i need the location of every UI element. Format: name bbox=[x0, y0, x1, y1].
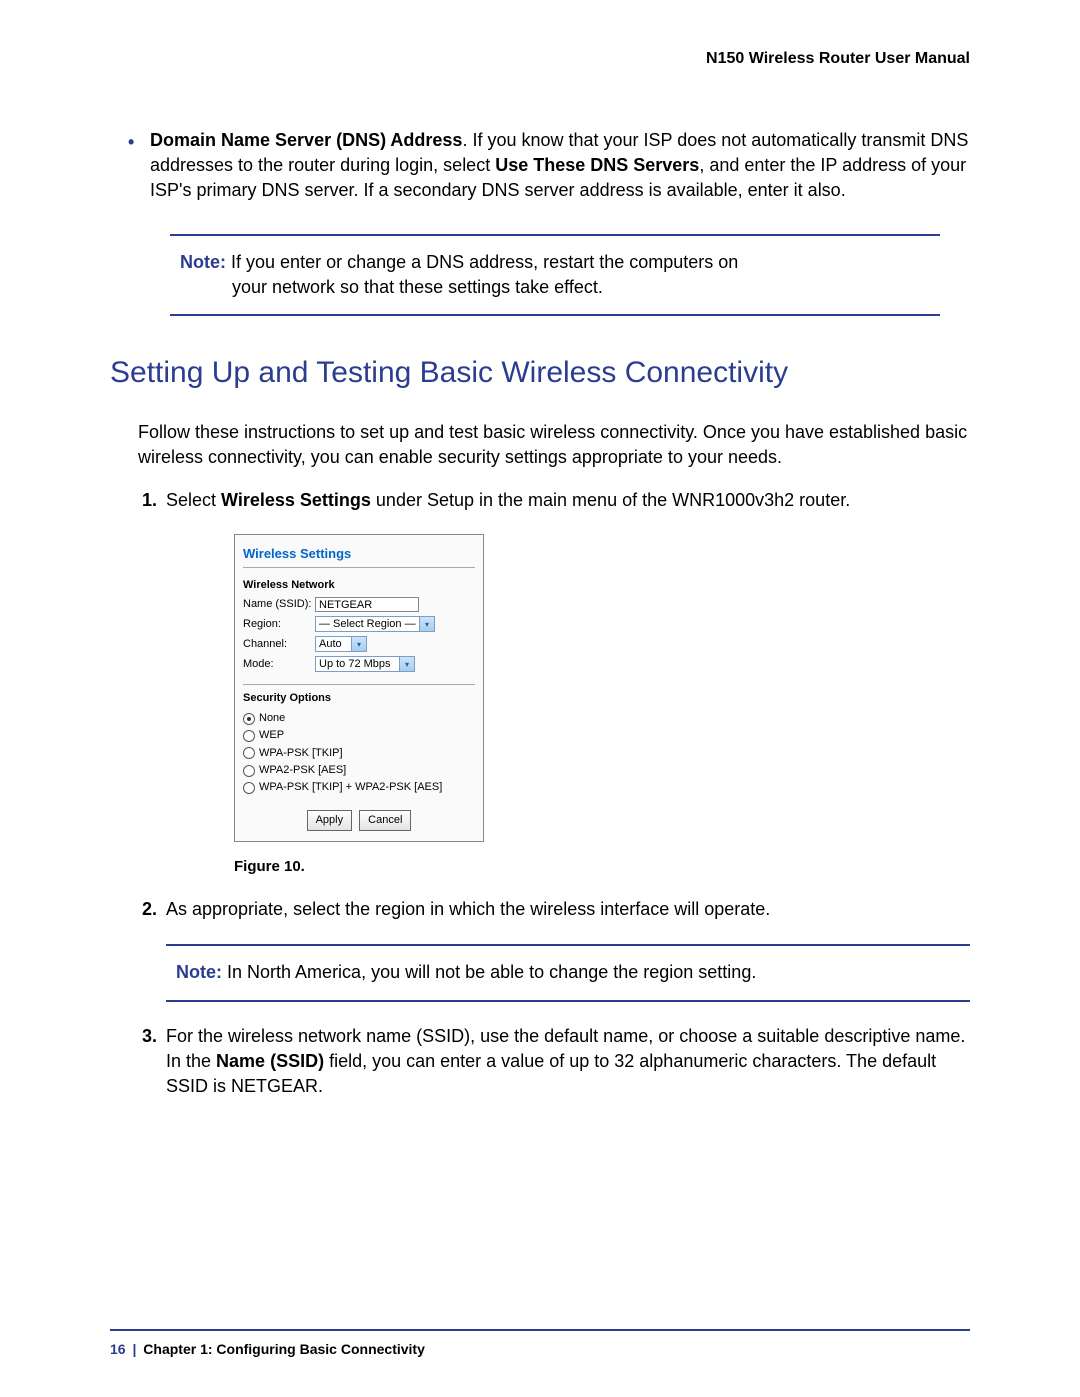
note-label: Note: bbox=[176, 962, 222, 982]
note1-line1: If you enter or change a DNS address, re… bbox=[231, 252, 738, 272]
security-heading: Security Options bbox=[243, 691, 475, 706]
mode-label: Mode: bbox=[243, 657, 315, 672]
apply-button[interactable]: Apply bbox=[307, 810, 353, 831]
opt-wpa2-aes: WPA2-PSK [AES] bbox=[259, 763, 346, 778]
note-label: Note: bbox=[180, 252, 226, 272]
region-select[interactable]: — Select Region — ▾ bbox=[315, 616, 435, 632]
footer-rule bbox=[110, 1329, 970, 1331]
chevron-down-icon: ▾ bbox=[419, 617, 434, 631]
divider bbox=[243, 567, 475, 568]
channel-label: Channel: bbox=[243, 637, 315, 652]
chevron-down-icon: ▾ bbox=[351, 637, 366, 651]
step3-bold: Name (SSID) bbox=[216, 1051, 324, 1071]
channel-select[interactable]: Auto ▾ bbox=[315, 636, 367, 652]
radio-wpa-mixed[interactable]: WPA-PSK [TKIP] + WPA2-PSK [AES] bbox=[243, 780, 475, 795]
radio-wep[interactable]: WEP bbox=[243, 728, 475, 743]
step1-bold: Wireless Settings bbox=[221, 490, 371, 510]
radio-icon bbox=[243, 765, 255, 777]
opt-wep: WEP bbox=[259, 728, 284, 743]
wireless-network-heading: Wireless Network bbox=[243, 578, 475, 593]
opt-none: None bbox=[259, 711, 285, 726]
region-label: Region: bbox=[243, 617, 315, 632]
footer-separator: | bbox=[132, 1341, 136, 1357]
note-box-region: Note: In North America, you will not be … bbox=[166, 944, 970, 1001]
dns-bold-lead: Domain Name Server (DNS) Address bbox=[150, 130, 462, 150]
region-row: Region: — Select Region — ▾ bbox=[243, 616, 475, 632]
note-box-dns: Note: If you enter or change a DNS addre… bbox=[170, 234, 940, 316]
mode-select[interactable]: Up to 72 Mbps ▾ bbox=[315, 656, 415, 672]
region-value: — Select Region — bbox=[319, 617, 416, 632]
radio-wpa-tkip[interactable]: WPA-PSK [TKIP] bbox=[243, 746, 475, 761]
channel-value: Auto bbox=[319, 637, 342, 652]
steps-list: Select Wireless Settings under Setup in … bbox=[138, 488, 970, 1099]
security-options: Security Options None WEP WPA-PSK [TKIP] bbox=[243, 684, 475, 795]
mode-row: Mode: Up to 72 Mbps ▾ bbox=[243, 656, 475, 672]
channel-row: Channel: Auto ▾ bbox=[243, 636, 475, 652]
step1-pre: Select bbox=[166, 490, 221, 510]
ssid-input[interactable] bbox=[315, 597, 419, 612]
opt-wpa-mixed: WPA-PSK [TKIP] + WPA2-PSK [AES] bbox=[259, 780, 442, 795]
step2-text: As appropriate, select the region in whi… bbox=[166, 899, 770, 919]
chapter-title: Chapter 1: Configuring Basic Connectivit… bbox=[143, 1341, 425, 1357]
radio-wpa2-aes[interactable]: WPA2-PSK [AES] bbox=[243, 763, 475, 778]
opt-wpa-tkip: WPA-PSK [TKIP] bbox=[259, 746, 343, 761]
step-2: As appropriate, select the region in whi… bbox=[162, 897, 970, 1001]
radio-icon bbox=[243, 747, 255, 759]
note2-text: In North America, you will not be able t… bbox=[227, 962, 756, 982]
router-buttons: Apply Cancel bbox=[243, 810, 475, 831]
cancel-button[interactable]: Cancel bbox=[359, 810, 411, 831]
router-title: Wireless Settings bbox=[243, 545, 475, 563]
note1-line2: your network so that these settings take… bbox=[180, 275, 930, 300]
figure-caption: Figure 10. bbox=[234, 856, 970, 877]
page-footer: 16 | Chapter 1: Configuring Basic Connec… bbox=[110, 1329, 970, 1357]
radio-icon bbox=[243, 730, 255, 742]
dns-bold-mid: Use These DNS Servers bbox=[495, 155, 699, 175]
step-1: Select Wireless Settings under Setup in … bbox=[162, 488, 970, 877]
radio-icon bbox=[243, 782, 255, 794]
chevron-down-icon: ▾ bbox=[399, 657, 414, 671]
intro-paragraph: Follow these instructions to set up and … bbox=[138, 420, 970, 470]
ssid-label: Name (SSID): bbox=[243, 597, 315, 612]
manual-title: N150 Wireless Router User Manual bbox=[110, 50, 970, 68]
step1-post: under Setup in the main menu of the WNR1… bbox=[371, 490, 850, 510]
page-number: 16 bbox=[110, 1341, 126, 1357]
section-heading: Setting Up and Testing Basic Wireless Co… bbox=[110, 356, 970, 390]
mode-value: Up to 72 Mbps bbox=[319, 657, 391, 672]
dns-bullet: Domain Name Server (DNS) Address. If you… bbox=[110, 128, 970, 204]
radio-none[interactable]: None bbox=[243, 711, 475, 726]
step-3: For the wireless network name (SSID), us… bbox=[162, 1024, 970, 1100]
radio-icon bbox=[243, 713, 255, 725]
ssid-row: Name (SSID): bbox=[243, 597, 475, 612]
wireless-settings-screenshot: Wireless Settings Wireless Network Name … bbox=[234, 534, 484, 843]
